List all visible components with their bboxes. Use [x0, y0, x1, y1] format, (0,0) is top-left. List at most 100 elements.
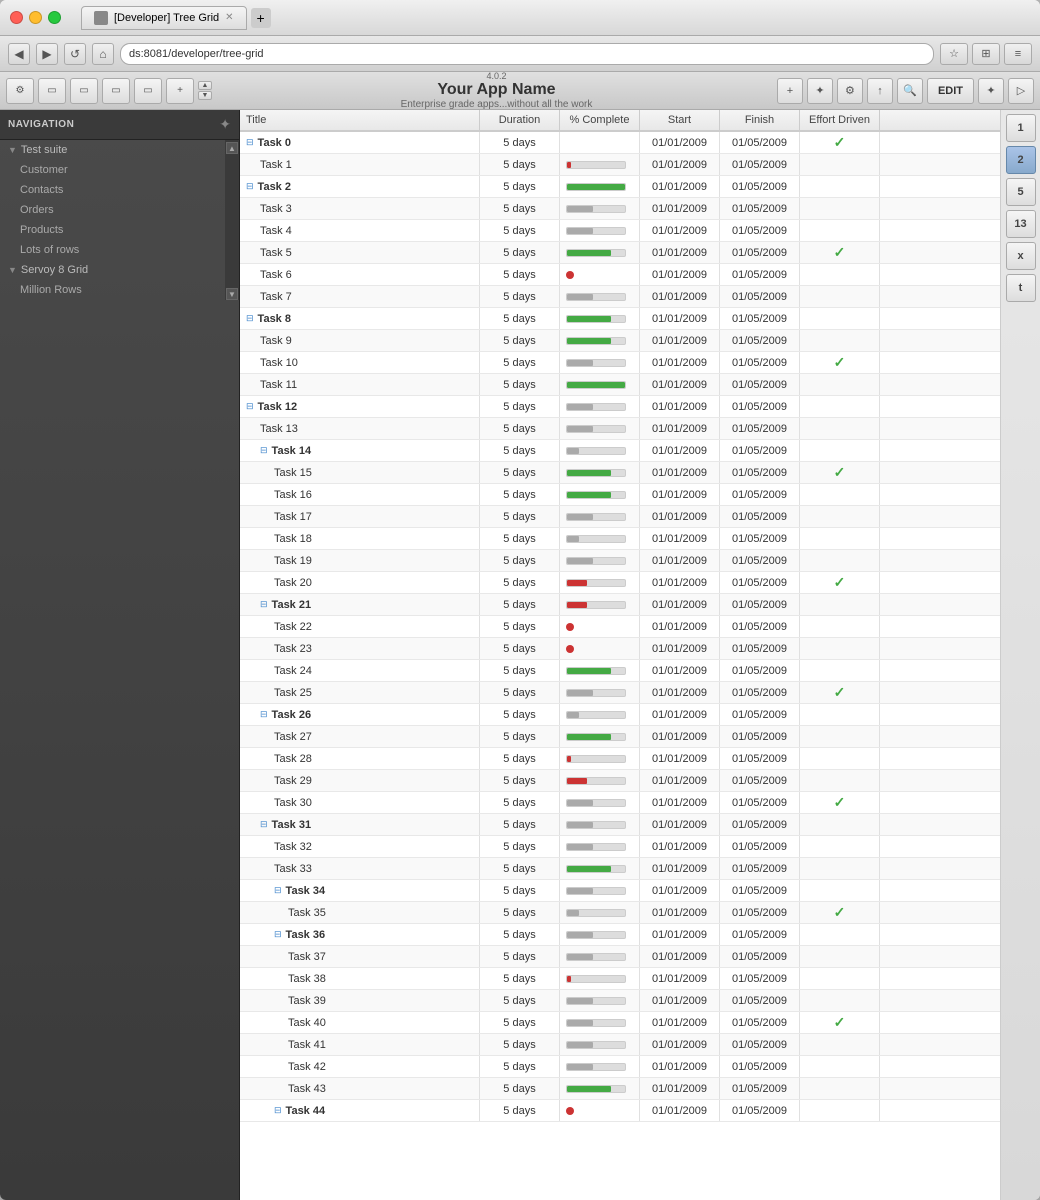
table-row[interactable]: Task 29 5 days 01/01/2009 01/05/2009 — [240, 770, 1000, 792]
layout-btn-2[interactable]: ▭ — [70, 78, 98, 104]
table-row[interactable]: ⊟Task 8 5 days 01/01/2009 01/05/2009 — [240, 308, 1000, 330]
table-row[interactable]: Task 30 5 days 01/01/2009 01/05/2009 ✓ — [240, 792, 1000, 814]
expand-icon[interactable]: ⊟ — [246, 401, 254, 412]
sidebar-item-lots-of-rows[interactable]: Lots of rows — [0, 240, 225, 260]
expand-icon[interactable]: ⊟ — [260, 445, 268, 456]
layout-btn-1[interactable]: ▭ — [38, 78, 66, 104]
minimize-button[interactable] — [29, 11, 42, 24]
forward-button[interactable]: ▶ — [36, 43, 58, 65]
table-row[interactable]: ⊟Task 21 5 days 01/01/2009 01/05/2009 — [240, 594, 1000, 616]
table-row[interactable]: Task 32 5 days 01/01/2009 01/05/2009 — [240, 836, 1000, 858]
sidebar-item-contacts[interactable]: Contacts — [0, 180, 225, 200]
star-icon[interactable]: ✦ — [807, 78, 833, 104]
table-row[interactable]: Task 7 5 days 01/01/2009 01/05/2009 — [240, 286, 1000, 308]
gear-icon[interactable]: ⚙ — [837, 78, 863, 104]
table-row[interactable]: Task 39 5 days 01/01/2009 01/05/2009 — [240, 990, 1000, 1012]
expand-icon[interactable]: ▷ — [1008, 78, 1034, 104]
table-row[interactable]: ⊟Task 26 5 days 01/01/2009 01/05/2009 — [240, 704, 1000, 726]
sidebar-scroll-down[interactable]: ▼ — [226, 288, 238, 300]
panel-btn-1[interactable]: 1 — [1006, 114, 1036, 142]
expand-icon[interactable]: ⊟ — [246, 137, 254, 148]
table-row[interactable]: Task 20 5 days 01/01/2009 01/05/2009 ✓ — [240, 572, 1000, 594]
table-row[interactable]: ⊟Task 2 5 days 01/01/2009 01/05/2009 — [240, 176, 1000, 198]
table-row[interactable]: Task 19 5 days 01/01/2009 01/05/2009 — [240, 550, 1000, 572]
table-row[interactable]: Task 5 5 days 01/01/2009 01/05/2009 ✓ — [240, 242, 1000, 264]
more-icon[interactable]: ✦ — [978, 78, 1004, 104]
table-row[interactable]: Task 10 5 days 01/01/2009 01/05/2009 ✓ — [240, 352, 1000, 374]
add-button[interactable]: + — [166, 78, 194, 104]
expand-icon[interactable]: ⊟ — [246, 313, 254, 324]
expand-icon[interactable]: ⊟ — [260, 819, 268, 830]
expand-icon[interactable]: ⊟ — [274, 929, 282, 940]
table-row[interactable]: Task 4 5 days 01/01/2009 01/05/2009 — [240, 220, 1000, 242]
table-row[interactable]: ⊟Task 31 5 days 01/01/2009 01/05/2009 — [240, 814, 1000, 836]
table-row[interactable]: Task 35 5 days 01/01/2009 01/05/2009 ✓ — [240, 902, 1000, 924]
address-bar[interactable]: ds:8081/developer/tree-grid — [120, 43, 934, 65]
browser-tab[interactable]: [Developer] Tree Grid ✕ — [81, 6, 247, 30]
table-row[interactable]: Task 42 5 days 01/01/2009 01/05/2009 — [240, 1056, 1000, 1078]
panel-btn-5[interactable]: 5 — [1006, 178, 1036, 206]
panel-btn-13[interactable]: 13 — [1006, 210, 1036, 238]
table-row[interactable]: Task 3 5 days 01/01/2009 01/05/2009 — [240, 198, 1000, 220]
nav-up-arrow[interactable]: ▲ — [198, 81, 212, 90]
table-row[interactable]: ⊟Task 36 5 days 01/01/2009 01/05/2009 — [240, 924, 1000, 946]
sidebar-item-million-rows[interactable]: Million Rows — [0, 280, 225, 300]
table-row[interactable]: Task 25 5 days 01/01/2009 01/05/2009 ✓ — [240, 682, 1000, 704]
table-row[interactable]: Task 16 5 days 01/01/2009 01/05/2009 — [240, 484, 1000, 506]
home-button[interactable]: ⌂ — [92, 43, 114, 65]
sidebar-scroll-up[interactable]: ▲ — [226, 142, 238, 154]
expand-icon[interactable]: ⊟ — [260, 709, 268, 720]
table-row[interactable]: Task 38 5 days 01/01/2009 01/05/2009 — [240, 968, 1000, 990]
table-row[interactable]: ⊟Task 34 5 days 01/01/2009 01/05/2009 — [240, 880, 1000, 902]
layout-btn-4[interactable]: ▭ — [134, 78, 162, 104]
table-row[interactable]: Task 23 5 days 01/01/2009 01/05/2009 — [240, 638, 1000, 660]
table-row[interactable]: Task 40 5 days 01/01/2009 01/05/2009 ✓ — [240, 1012, 1000, 1034]
sidebar-star-icon[interactable]: ✦ — [219, 116, 231, 133]
table-row[interactable]: Task 18 5 days 01/01/2009 01/05/2009 — [240, 528, 1000, 550]
table-row[interactable]: Task 15 5 days 01/01/2009 01/05/2009 ✓ — [240, 462, 1000, 484]
table-row[interactable]: Task 6 5 days 01/01/2009 01/05/2009 — [240, 264, 1000, 286]
table-row[interactable]: Task 1 5 days 01/01/2009 01/05/2009 — [240, 154, 1000, 176]
table-row[interactable]: Task 17 5 days 01/01/2009 01/05/2009 — [240, 506, 1000, 528]
table-row[interactable]: ⊟Task 0 5 days 01/01/2009 01/05/2009 ✓ — [240, 132, 1000, 154]
table-row[interactable]: Task 28 5 days 01/01/2009 01/05/2009 — [240, 748, 1000, 770]
sidebar-item-orders[interactable]: Orders — [0, 200, 225, 220]
search-icon[interactable]: 🔍 — [897, 78, 923, 104]
table-row[interactable]: Task 13 5 days 01/01/2009 01/05/2009 — [240, 418, 1000, 440]
table-row[interactable]: ⊟Task 44 5 days 01/01/2009 01/05/2009 — [240, 1100, 1000, 1122]
settings-icon[interactable]: ⚙ — [6, 78, 34, 104]
window-icon[interactable]: ⊞ — [972, 43, 1000, 65]
expand-icon[interactable]: ⊟ — [260, 599, 268, 610]
table-row[interactable]: Task 11 5 days 01/01/2009 01/05/2009 — [240, 374, 1000, 396]
expand-icon[interactable]: ⊟ — [246, 181, 254, 192]
sidebar-item-products[interactable]: Products — [0, 220, 225, 240]
table-row[interactable]: ⊟Task 12 5 days 01/01/2009 01/05/2009 — [240, 396, 1000, 418]
table-row[interactable]: Task 27 5 days 01/01/2009 01/05/2009 — [240, 726, 1000, 748]
back-button[interactable]: ◀ — [8, 43, 30, 65]
new-tab-button[interactable]: + — [251, 8, 271, 28]
sidebar-group-header-test-suite[interactable]: ▼ Test suite — [0, 140, 225, 160]
grid-body[interactable]: ⊟Task 0 5 days 01/01/2009 01/05/2009 ✓ T… — [240, 132, 1000, 1200]
tab-close-icon[interactable]: ✕ — [225, 12, 233, 23]
sidebar-item-customer[interactable]: Customer — [0, 160, 225, 180]
table-row[interactable]: Task 41 5 days 01/01/2009 01/05/2009 — [240, 1034, 1000, 1056]
table-row[interactable]: Task 22 5 days 01/01/2009 01/05/2009 — [240, 616, 1000, 638]
table-row[interactable]: Task 43 5 days 01/01/2009 01/05/2009 — [240, 1078, 1000, 1100]
layout-btn-3[interactable]: ▭ — [102, 78, 130, 104]
bookmark-icon[interactable]: ☆ — [940, 43, 968, 65]
reload-button[interactable]: ↺ — [64, 43, 86, 65]
panel-btn-2[interactable]: 2 — [1006, 146, 1036, 174]
panel-btn-x[interactable]: x — [1006, 242, 1036, 270]
table-row[interactable]: Task 33 5 days 01/01/2009 01/05/2009 — [240, 858, 1000, 880]
menu-icon[interactable]: ≡ — [1004, 43, 1032, 65]
sidebar-group-header-servoy[interactable]: ▼ Servoy 8 Grid — [0, 260, 225, 280]
share-icon[interactable]: ↑ — [867, 78, 893, 104]
maximize-button[interactable] — [48, 11, 61, 24]
expand-icon[interactable]: ⊟ — [274, 1105, 282, 1116]
add-icon[interactable]: + — [777, 78, 803, 104]
nav-down-arrow[interactable]: ▼ — [198, 91, 212, 100]
close-button[interactable] — [10, 11, 23, 24]
expand-icon[interactable]: ⊟ — [274, 885, 282, 896]
panel-btn-t[interactable]: t — [1006, 274, 1036, 302]
table-row[interactable]: Task 9 5 days 01/01/2009 01/05/2009 — [240, 330, 1000, 352]
